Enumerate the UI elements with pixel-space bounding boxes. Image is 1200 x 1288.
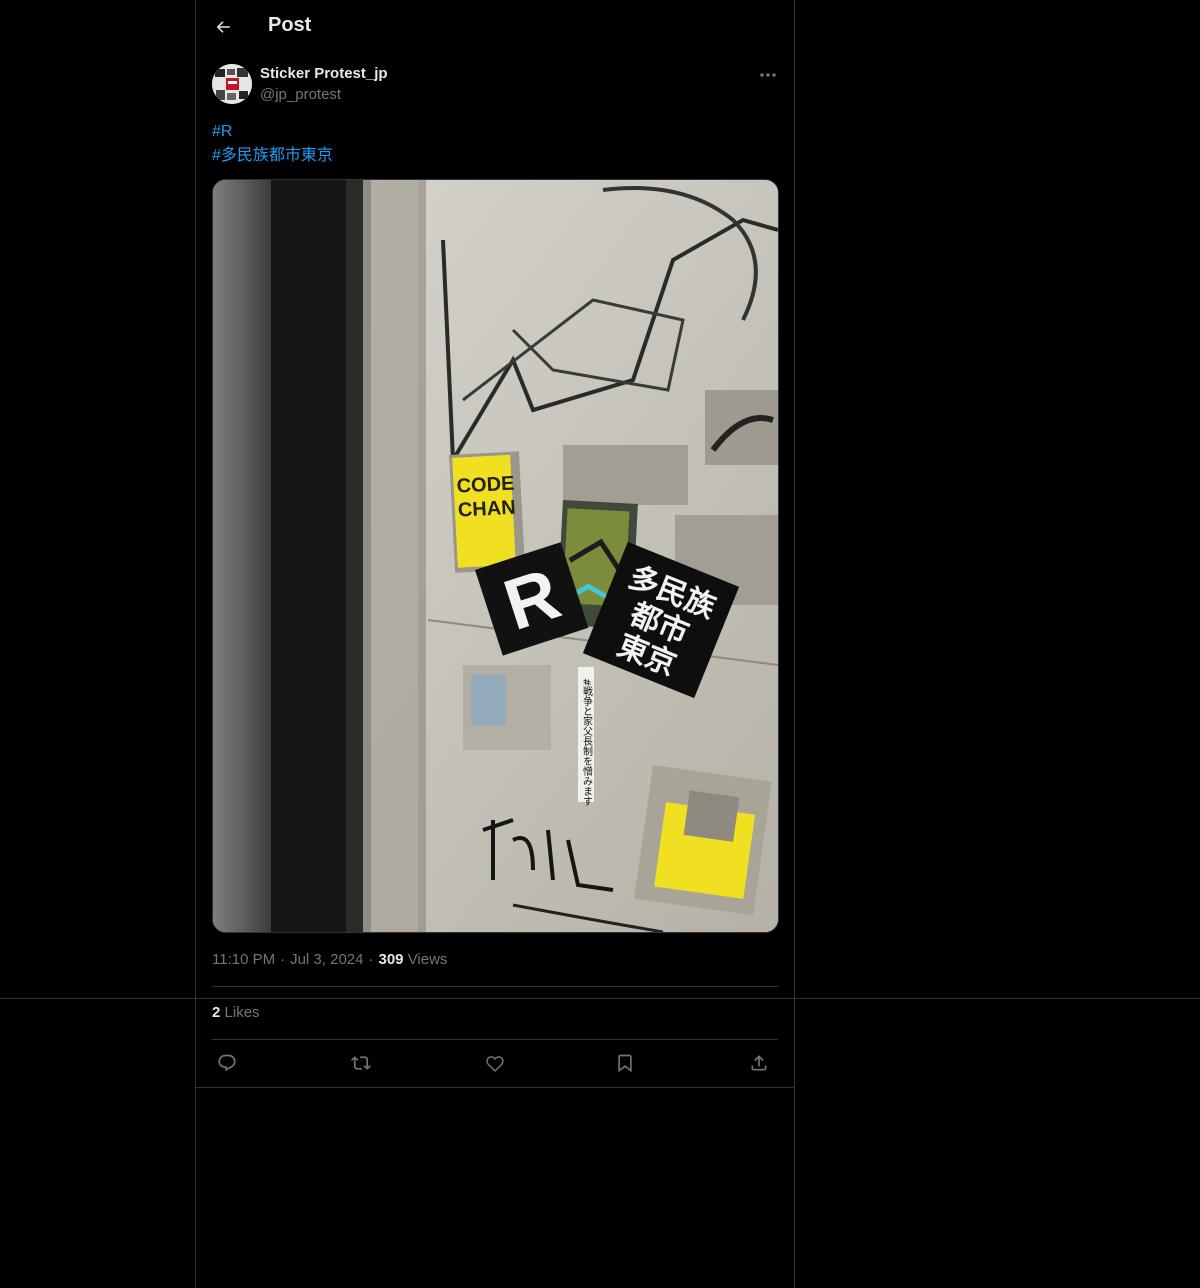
tweet-text: #R #多民族都市東京	[212, 120, 333, 168]
views-label: Views	[407, 951, 448, 968]
retweet-button[interactable]	[346, 1048, 376, 1078]
avatar-image	[212, 64, 252, 104]
tweet-date[interactable]: Jul 3, 2024	[290, 951, 363, 968]
back-button[interactable]	[206, 10, 240, 44]
retweet-icon	[351, 1056, 371, 1070]
bookmark-icon	[618, 1054, 632, 1073]
author-handle[interactable]: @jp_protest	[260, 86, 341, 103]
page-title: Post	[268, 14, 312, 36]
reply-icon	[218, 1054, 236, 1072]
likes-label: Likes	[224, 1004, 260, 1021]
divider	[212, 1039, 778, 1040]
sticker-text: CHAN	[457, 497, 516, 522]
ellipsis-icon	[760, 73, 776, 77]
divider	[212, 986, 778, 987]
share-button[interactable]	[744, 1048, 774, 1078]
tweet-meta: 11:10 PM · Jul 3, 2024 · 309 Views	[212, 951, 448, 968]
tweet-time[interactable]: 11:10 PM	[212, 951, 275, 968]
action-bar	[212, 1048, 778, 1078]
post-header: Post	[196, 0, 794, 53]
hashtag-link[interactable]: #多民族都市東京	[212, 144, 333, 168]
likes-link[interactable]: 2 Likes	[212, 1004, 260, 1021]
main-column: Post Sticker Protest_jp @jp_protest #R #…	[195, 0, 795, 1288]
views-count: 309	[378, 951, 404, 968]
like-button[interactable]	[480, 1048, 510, 1078]
tweet-photo[interactable]: CODE CHAN R #戦争と家父長制を憎みます 多民族 都市 東京	[212, 179, 779, 933]
divider	[196, 1087, 794, 1088]
arrow-left-icon	[216, 21, 230, 33]
sticker-text: CODE	[456, 473, 515, 498]
share-icon	[751, 1055, 767, 1071]
photo-wall-stickers: CODE CHAN R #戦争と家父長制を憎みます 多民族 都市 東京	[213, 180, 778, 932]
bookmark-button[interactable]	[610, 1048, 640, 1078]
slip-text: #戦争と家父長制を憎みます	[581, 678, 593, 806]
reply-button[interactable]	[212, 1048, 242, 1078]
hashtag-link[interactable]: #R	[212, 120, 333, 144]
author-display-name[interactable]: Sticker Protest_jp	[260, 65, 388, 82]
like-icon	[486, 1056, 504, 1072]
more-options-button[interactable]	[756, 64, 780, 86]
likes-count: 2	[212, 1004, 221, 1021]
avatar[interactable]	[212, 64, 252, 104]
